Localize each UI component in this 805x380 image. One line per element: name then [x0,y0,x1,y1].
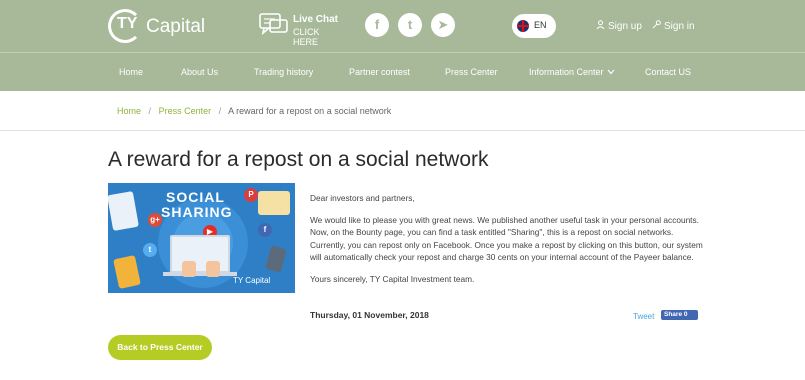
article-body: Dear investors and partners, We would li… [310,192,705,294]
breadcrumb: Home / Press Center / A reward for a rep… [117,106,391,116]
nav-information-center[interactable]: Information Center [529,67,615,77]
back-to-press-center-button[interactable]: Back to Press Center [108,335,212,360]
facebook-icon: f [258,223,272,237]
live-chat-button[interactable]: Live Chat CLICK HERE [259,13,339,47]
logo[interactable]: TY Capital [108,8,218,48]
logo-initials: TY [117,15,138,32]
article-date: Thursday, 01 November, 2018 [310,310,429,320]
telegram-icon[interactable]: ➤ [431,13,455,37]
breadcrumb-current: A reward for a repost on a social networ… [228,106,392,116]
hand-illustration [206,261,220,277]
live-chat-title: Live Chat [293,14,339,25]
nav-information-center-label: Information Center [529,67,604,77]
twitter-icon: t [143,243,157,257]
chevron-down-icon [607,67,615,77]
user-icon [596,20,605,32]
twitter-icon[interactable]: t [398,13,422,37]
breadcrumb-separator: / [218,106,222,116]
laptop-illustration [170,235,230,273]
tweet-button[interactable]: Tweet [633,312,654,321]
nav-trading-history[interactable]: Trading history [254,67,313,77]
breadcrumb-home[interactable]: Home [117,106,141,116]
hand-illustration [182,261,196,277]
facebook-icon[interactable]: f [365,13,389,37]
article-image: SOCIAL SHARING P g+ ▶ f t TY Capital [108,183,295,293]
nav-press-center[interactable]: Press Center [445,67,498,77]
header: TY Capital Live Chat CLICK HERE f t ➤ EN… [0,0,805,53]
main-nav: Home About Us Trading history Partner co… [0,53,805,91]
hero-brand: TY Capital [233,276,271,285]
facebook-share-button[interactable]: Share 0 [661,310,698,320]
language-selector[interactable]: EN [512,14,556,38]
nav-about-us[interactable]: About Us [181,67,218,77]
article-signoff: Yours sincerely, TY Capital Investment t… [310,273,475,284]
page-title: A reward for a repost on a social networ… [108,148,489,171]
nav-home[interactable]: Home [119,67,143,77]
laptop-base [163,272,237,276]
sign-up-label: Sign up [608,21,642,32]
article-greeting: Dear investors and partners, [310,193,415,203]
nav-contact-us[interactable]: Contact US [645,67,691,77]
hero-title-social: SOCIAL [166,189,225,205]
sign-in-link[interactable]: Sign in [652,20,695,32]
pinterest-icon: P [244,188,258,202]
language-code: EN [534,20,547,30]
breadcrumb-press-center[interactable]: Press Center [159,106,212,116]
key-icon [652,20,661,32]
hero-title-sharing: SHARING [161,204,233,220]
nav-partner-contest[interactable]: Partner contest [349,67,410,77]
chat-bubble-icon [259,13,288,36]
google-plus-icon: g+ [148,213,162,227]
sign-up-link[interactable]: Sign up [596,20,642,32]
logo-text: Capital [146,16,206,37]
breadcrumb-separator: / [148,106,152,116]
uk-flag-icon [517,20,529,32]
article-paragraph: We would like to please you with great n… [310,214,703,263]
breadcrumb-bar: Home / Press Center / A reward for a rep… [0,92,805,131]
live-chat-sub: CLICK HERE [293,27,320,47]
sign-in-label: Sign in [664,21,695,32]
